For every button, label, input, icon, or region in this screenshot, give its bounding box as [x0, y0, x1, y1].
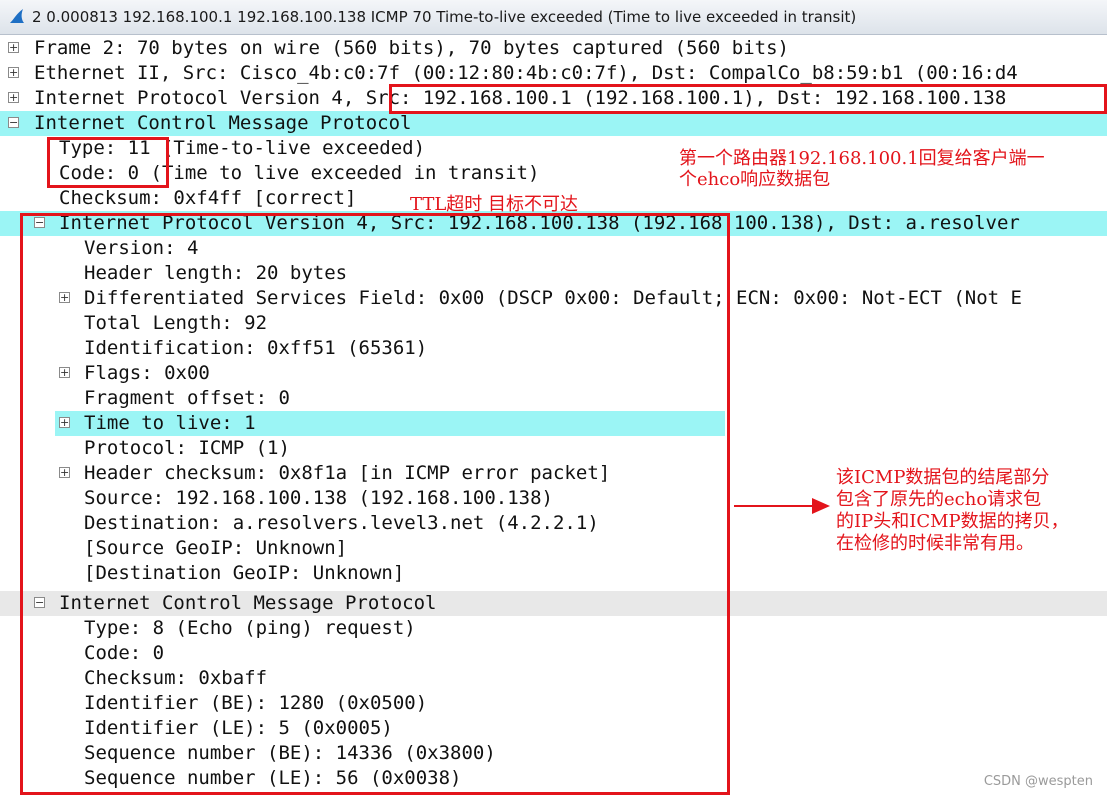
- expand-icon[interactable]: +: [8, 67, 19, 78]
- router-reply-note-line2: 个ehco响应数据包: [679, 169, 831, 190]
- annotation-arrow-icon: [812, 498, 830, 514]
- packet-summary-text: 2 0.000813 192.168.100.1 192.168.100.138…: [32, 8, 857, 26]
- tail-note-line4: 在检修的时候非常有用。: [836, 533, 1034, 554]
- annotation-arrow-line: [734, 505, 820, 507]
- type-code-highlight-box: [47, 137, 169, 188]
- tree-row-label: Internet Control Message Protocol: [34, 112, 412, 134]
- tree-row-icmp-outer[interactable]: − Internet Control Message Protocol: [0, 111, 1107, 136]
- tail-note-line3: 的IP头和ICMP数据的拷贝，: [836, 511, 1069, 532]
- tree-row-ethernet[interactable]: + Ethernet II, Src: Cisco_4b:c0:7f (00:1…: [0, 61, 1107, 86]
- collapse-icon[interactable]: −: [8, 117, 19, 128]
- tail-note-line1: 该ICMP数据包的结尾部分: [836, 467, 1050, 488]
- tree-row-label: Checksum: 0xf4ff [correct]: [59, 187, 357, 209]
- tail-note-line2: 包含了原先的echo请求包: [836, 489, 1042, 510]
- router-reply-note-line1: 第一个路由器192.168.100.1回复给客户端一: [679, 148, 1045, 169]
- embedded-packet-highlight-box: [20, 213, 730, 795]
- expand-icon[interactable]: +: [8, 92, 19, 103]
- expand-icon[interactable]: +: [8, 42, 19, 53]
- tree-row-label: Ethernet II, Src: Cisco_4b:c0:7f (00:12:…: [34, 62, 1018, 84]
- tree-row-frame[interactable]: + Frame 2: 70 bytes on wire (560 bits), …: [0, 36, 1107, 61]
- src-dst-highlight-box: [389, 84, 1107, 114]
- tree-row-label: Frame 2: 70 bytes on wire (560 bits), 70…: [34, 37, 789, 59]
- packet-summary-bar: 2 0.000813 192.168.100.1 192.168.100.138…: [0, 0, 1107, 35]
- ttl-exceeded-note: TTL超时 目标不可达: [410, 194, 579, 215]
- watermark: CSDN @wespten: [983, 774, 1093, 789]
- wireshark-fin-icon: [10, 9, 24, 23]
